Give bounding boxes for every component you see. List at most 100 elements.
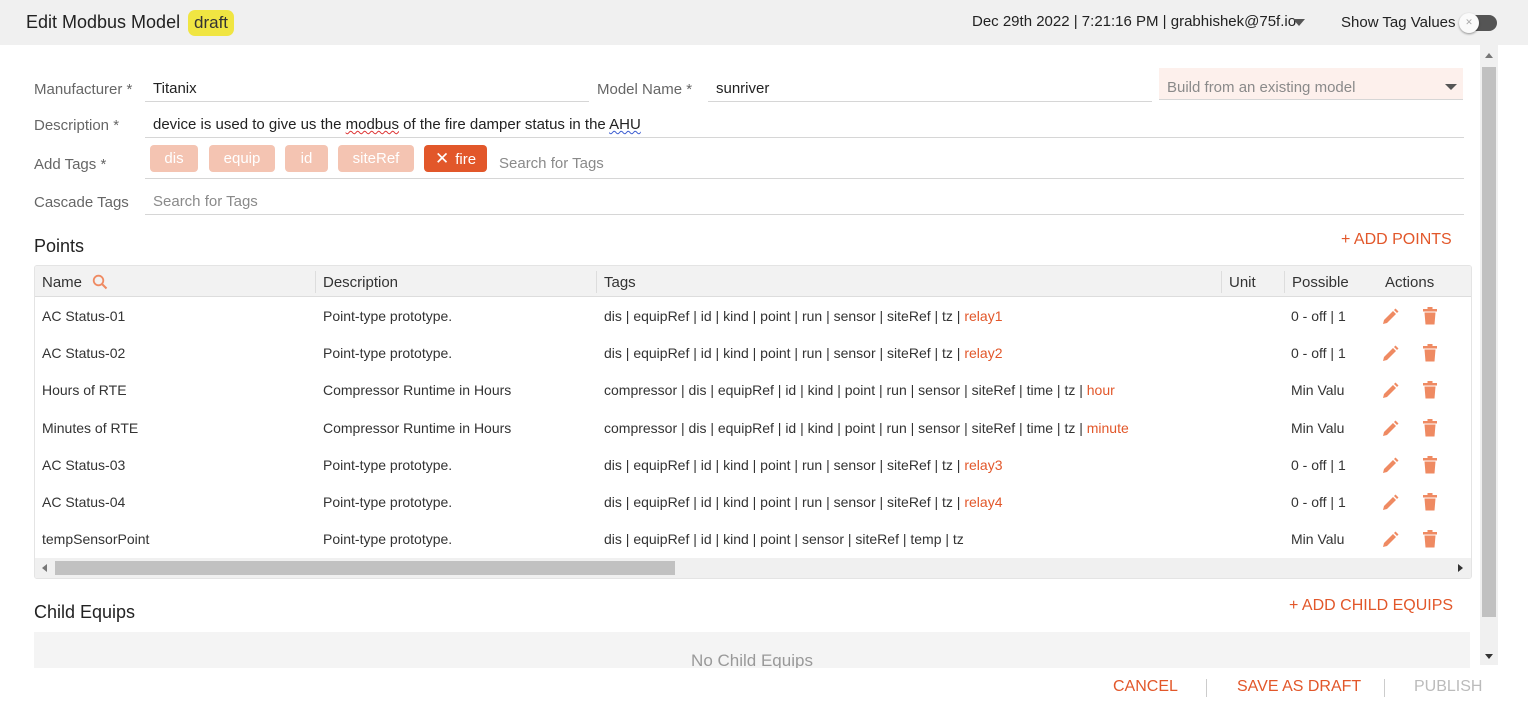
trash-icon[interactable] [1422, 455, 1438, 477]
table-row: AC Status-02 Point-type prototype. dis | e… [35, 335, 1471, 372]
tag-chip[interactable]: dis [150, 145, 198, 172]
close-icon[interactable]: ✕ [435, 145, 449, 172]
status-badge: draft [188, 10, 235, 36]
show-tag-values-label: Show Tag Values [1341, 14, 1456, 31]
point-description: Compressor Runtime in Hours [323, 382, 512, 399]
point-possible: Min Valu [1291, 419, 1345, 436]
column-divider [1284, 271, 1285, 293]
vertical-scrollbar[interactable] [1480, 45, 1498, 665]
point-possible: 0 - off | 1 [1291, 308, 1346, 324]
point-tag-highlight: minute [1086, 419, 1129, 436]
model-name-field[interactable]: sunriver [716, 80, 769, 97]
toggle-knob[interactable]: ✕ [1459, 13, 1479, 33]
point-tags: dis | equipRef | id | kind | point | run… [604, 457, 1002, 473]
pencil-icon[interactable] [1380, 307, 1400, 330]
tag-chip[interactable]: equip [209, 145, 275, 172]
point-name: AC Status-03 [42, 456, 126, 473]
point-tag-highlight: relay1 [964, 308, 1003, 324]
point-name: AC Status-02 [42, 345, 126, 362]
point-possible: 0 - off | 1 [1291, 456, 1346, 473]
build-from-placeholder: Build from an existing model [1167, 79, 1356, 96]
top-bar: Edit Modbus Model draft Dec 29th 2022 | … [0, 0, 1528, 45]
point-name: AC Status-04 [42, 494, 126, 510]
pencil-icon[interactable] [1380, 530, 1400, 553]
datetime-user: Dec 29th 2022 | 7:21:16 PM | grabhishek@… [972, 13, 1297, 30]
tag-chip[interactable]: siteRef [338, 145, 414, 172]
description-field[interactable]: device is used to give us the modbus of … [153, 116, 641, 133]
description-label: Description * [34, 117, 120, 134]
description-text: of the fire damper status in the [399, 116, 610, 133]
footer-divider [1384, 679, 1385, 697]
point-name: tempSensorPoint [42, 531, 150, 548]
cascade-tags-search-input[interactable]: Search for Tags [153, 193, 258, 210]
search-icon[interactable] [92, 274, 108, 290]
point-description: Point-type prototype. [323, 308, 453, 324]
trash-icon[interactable] [1422, 307, 1438, 328]
point-possible: 0 - off | 1 [1291, 494, 1346, 510]
point-name: AC Status-01 [42, 308, 126, 324]
add-points-button[interactable]: + ADD POINTS [1341, 231, 1452, 249]
description-text: AHU [609, 116, 641, 133]
point-tags: compressor | dis | equipRef | id | kind … [604, 382, 1115, 398]
point-tags-text: compressor | dis | equipRef | id | kind … [604, 419, 1087, 436]
trash-icon[interactable] [1422, 381, 1438, 402]
scroll-down-arrow[interactable] [1485, 654, 1493, 659]
cascade-tags-underline [145, 214, 1464, 215]
point-description: Point-type prototype. [323, 345, 453, 362]
point-tags-text: dis | equipRef | id | kind | point | sen… [604, 531, 964, 548]
trash-icon[interactable] [1422, 418, 1438, 440]
table-row: Hours of RTE Compressor Runtime in Hours c… [35, 372, 1471, 409]
horizontal-scrollbar[interactable] [35, 558, 1471, 578]
tag-chip-active[interactable]: ✕ fire [424, 145, 487, 172]
table-row: AC Status-03 Point-type prototype. dis | e… [35, 447, 1471, 484]
column-header-name[interactable]: Name [42, 274, 82, 291]
description-underline [145, 137, 1464, 138]
point-description: Point-type prototype. [323, 456, 453, 473]
cancel-button[interactable]: CANCEL [1113, 678, 1178, 696]
point-name: Minutes of RTE [42, 419, 139, 436]
horizontal-scroll-thumb[interactable] [55, 561, 675, 575]
table-row: Minutes of RTE Compressor Runtime in Hour… [35, 410, 1471, 447]
child-equips-list: No Child Equips [34, 632, 1470, 672]
point-tags-text: dis | equipRef | id | kind | point | run… [604, 456, 965, 473]
manufacturer-field[interactable]: Titanix [153, 80, 197, 97]
cascade-tags-label: Cascade Tags [34, 194, 129, 211]
save-as-draft-button[interactable]: SAVE AS DRAFT [1237, 678, 1361, 696]
model-name-label: Model Name * [597, 81, 693, 98]
page-title: Edit Modbus Model [26, 12, 181, 32]
pencil-icon[interactable] [1380, 344, 1400, 367]
table-header: Name Description Tags Unit Possible Acti… [35, 266, 1471, 297]
point-tags-text: dis | equipRef | id | kind | point | run… [604, 345, 965, 362]
add-tags-label: Add Tags * [34, 156, 107, 173]
pencil-icon[interactable] [1380, 456, 1400, 479]
chevron-down-icon [1445, 84, 1457, 90]
trash-icon[interactable] [1422, 493, 1438, 514]
tag-chip[interactable]: id [285, 145, 328, 172]
point-tags: compressor | dis | equipRef | id | kind … [604, 420, 1129, 436]
add-tags-underline [145, 178, 1464, 179]
point-tag-highlight: hour [1086, 382, 1115, 399]
add-tags-search-input[interactable]: Search for Tags [499, 155, 604, 172]
pencil-icon[interactable] [1380, 381, 1400, 404]
scroll-up-arrow[interactable] [1485, 53, 1493, 58]
point-tags: dis | equipRef | id | kind | point | run… [604, 308, 1002, 324]
trash-icon[interactable] [1422, 344, 1438, 365]
add-child-equips-button[interactable]: + ADD CHILD EQUIPS [1289, 597, 1453, 615]
point-tags-text: compressor | dis | equipRef | id | kind … [604, 382, 1087, 399]
trash-icon[interactable] [1422, 530, 1438, 551]
vertical-scroll-thumb[interactable] [1482, 67, 1496, 617]
point-possible: Min Valu [1291, 382, 1345, 399]
pencil-icon[interactable] [1380, 493, 1400, 516]
manufacturer-underline [145, 101, 589, 102]
pencil-icon[interactable] [1380, 419, 1400, 442]
table-row: AC Status-01 Point-type prototype. dis | e… [35, 298, 1471, 335]
scroll-left-arrow[interactable] [42, 564, 47, 572]
build-from-model-select[interactable]: Build from an existing model [1159, 68, 1463, 100]
column-divider [596, 271, 597, 293]
point-tags: dis | equipRef | id | kind | point | run… [604, 345, 1002, 361]
point-possible: Min Valu [1291, 531, 1345, 548]
chevron-down-icon[interactable] [1293, 19, 1305, 26]
scroll-right-arrow[interactable] [1458, 564, 1463, 572]
publish-button[interactable]: PUBLISH [1414, 678, 1482, 696]
point-tag-highlight: relay2 [964, 345, 1003, 362]
